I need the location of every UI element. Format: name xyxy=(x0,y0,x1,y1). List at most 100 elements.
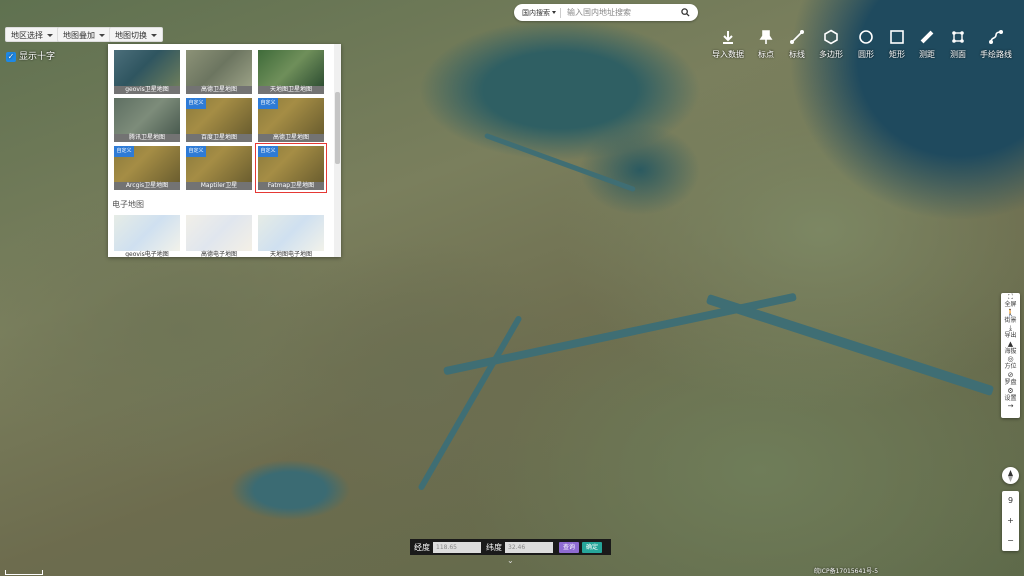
latitude-label: 纬度 xyxy=(486,542,502,552)
download-icon xyxy=(708,29,748,45)
search-input[interactable]: 输入国内地址搜索 xyxy=(561,7,678,18)
custom-badge: 自定义 xyxy=(114,146,134,157)
search-icon[interactable] xyxy=(678,6,692,20)
dropdown-label: 地图叠加 xyxy=(63,31,95,40)
tile-label: Arcgis卫星地图 xyxy=(114,182,180,190)
tool-freehand-route[interactable]: 手绘路线 xyxy=(976,29,1016,60)
tool-glyph-icon: 🚶 xyxy=(1006,308,1015,317)
river-feature xyxy=(417,314,523,492)
caret-down-icon xyxy=(99,34,105,37)
tile-label: 高德卫星地图 xyxy=(186,86,252,94)
right-tool-4[interactable]: ▲ 海拔 xyxy=(1001,340,1020,356)
longitude-label: 经度 xyxy=(414,542,430,552)
satellite-map-tile[interactable]: 腾讯卫星地图 xyxy=(114,98,180,142)
electronic-map-section-title: 电子地图 xyxy=(112,200,144,209)
right-tool-3[interactable]: ⤓ 导出 xyxy=(1001,324,1020,340)
tool-label: 全屏 xyxy=(1004,301,1017,308)
tool-label: 圆形 xyxy=(858,50,874,59)
satellite-map-tile[interactable]: 自定义 Maptiler卫星 xyxy=(186,146,252,190)
right-tool-6[interactable]: ⊘ 罗盘 xyxy=(1001,371,1020,387)
search-scope-label: 国内搜索 xyxy=(522,8,550,17)
tool-area-measure[interactable]: 测面 xyxy=(938,29,978,60)
latitude-input[interactable]: 32.46 xyxy=(505,541,553,553)
tool-label: 矩形 xyxy=(889,50,905,59)
right-tool-8[interactable]: → xyxy=(1001,402,1020,418)
satellite-map-tile[interactable]: 自定义 Fatmap卫星地图 xyxy=(255,143,327,193)
crosshair-label: 显示十字 xyxy=(19,52,56,62)
chevron-down-icon[interactable]: ⌄ xyxy=(507,556,514,565)
tool-hexagon[interactable]: 多边形 xyxy=(811,29,851,60)
caret-down-icon xyxy=(47,34,53,37)
tool-glyph-icon: ⛶ xyxy=(1008,293,1013,301)
hexagon-icon xyxy=(811,29,851,45)
checkbox-checked-icon[interactable]: ✓ xyxy=(6,52,16,62)
tool-download[interactable]: 导入数据 xyxy=(708,29,748,60)
tile-label: geovis卫星地图 xyxy=(114,86,180,94)
tile-label: 高德卫星地图 xyxy=(258,134,324,142)
panel-scrollbar[interactable] xyxy=(334,44,341,257)
tool-label: 测面 xyxy=(950,50,966,59)
satellite-map-tile[interactable]: 天地图卫星地图 xyxy=(258,50,324,94)
satellite-map-tile[interactable]: geovis卫星地图 xyxy=(114,50,180,94)
area-measure-icon xyxy=(938,29,978,45)
map-thumbnail xyxy=(114,98,180,134)
tool-glyph-icon: ⊘ xyxy=(1007,370,1014,379)
map-thumbnail xyxy=(114,215,180,251)
electronic-map-tile[interactable]: 高德电子地图 xyxy=(186,215,252,257)
map-switch-dropdown[interactable]: 地图切换 xyxy=(109,27,163,42)
map-thumbnail xyxy=(114,50,180,86)
tool-label: 测距 xyxy=(919,50,935,59)
map-overlay-dropdown[interactable]: 地图叠加 xyxy=(57,27,111,42)
region-select-dropdown[interactable]: 地区选择 xyxy=(5,27,59,42)
tool-label: 街景 xyxy=(1004,316,1017,324)
zoom-out-button[interactable]: − xyxy=(1002,531,1019,551)
tool-glyph-icon: ▲ xyxy=(1007,339,1014,348)
tool-label: 设置 xyxy=(1004,394,1017,402)
coordinate-bar: 经度 118.65 纬度 32.46 查询 确定 xyxy=(410,539,611,555)
right-tool-2[interactable]: 🚶 街景 xyxy=(1001,309,1020,325)
right-tool-1[interactable]: ⛶ 全屏 xyxy=(1001,293,1020,309)
tool-glyph-icon: ⚙ xyxy=(1007,386,1014,395)
tile-label: Maptiler卫星 xyxy=(186,182,252,190)
tool-label: 多边形 xyxy=(819,50,843,59)
right-tool-7[interactable]: ⚙ 设置 xyxy=(1001,387,1020,403)
satellite-map-tile[interactable]: 自定义 高德卫星地图 xyxy=(258,98,324,142)
dropdown-label: 地图切换 xyxy=(115,31,147,40)
scrollbar-thumb[interactable] xyxy=(335,92,340,164)
satellite-map-tile[interactable]: 自定义 百度卫星地图 xyxy=(186,98,252,142)
tool-label: 罗盘 xyxy=(1004,378,1017,386)
electronic-map-tile[interactable]: geovis电子地图 xyxy=(114,215,180,257)
custom-badge: 自定义 xyxy=(258,98,278,109)
river-feature xyxy=(483,132,637,193)
custom-badge: 自定义 xyxy=(186,98,206,109)
satellite-map-tile[interactable]: 高德卫星地图 xyxy=(186,50,252,94)
satellite-map-tile[interactable]: 自定义 Arcgis卫星地图 xyxy=(114,146,180,190)
electronic-map-tile[interactable]: 天地图电子地图 xyxy=(258,215,324,257)
right-tool-5[interactable]: ◎ 方位 xyxy=(1001,355,1020,371)
tool-label: 导出 xyxy=(1004,332,1017,340)
query-button[interactable]: 查询 xyxy=(559,541,580,553)
caret-down-icon xyxy=(552,11,556,14)
tile-label: 天地图电子地图 xyxy=(258,251,324,257)
tool-glyph-icon: → xyxy=(1007,402,1014,411)
tile-label: 高德电子地图 xyxy=(186,251,252,257)
tool-label: 导入数据 xyxy=(712,50,744,59)
tool-label: 标线 xyxy=(789,50,805,59)
zoom-in-button[interactable]: + xyxy=(1002,511,1019,531)
crosshair-toggle[interactable]: ✓ 显示十字 xyxy=(6,51,55,63)
tool-glyph-icon: ⤓ xyxy=(1008,324,1013,333)
icp-footer[interactable]: 皖ICP备17015641号-5 xyxy=(814,566,878,575)
tool-label: 标点 xyxy=(758,50,774,59)
tile-label: 天地图卫星地图 xyxy=(258,86,324,94)
search-scope-dropdown[interactable]: 国内搜索 xyxy=(514,8,560,18)
locate-button[interactable]: 确定 xyxy=(582,541,603,553)
map-thumbnail xyxy=(186,215,252,251)
compass-icon[interactable] xyxy=(1002,467,1019,484)
tile-label: 腾讯卫星地图 xyxy=(114,134,180,142)
longitude-input[interactable]: 118.65 xyxy=(433,541,481,553)
tile-label: Fatmap卫星地图 xyxy=(258,182,324,190)
search-bar: 国内搜索 输入国内地址搜索 xyxy=(514,4,698,21)
map-switch-panel: geovis卫星地图 高德卫星地图 天地图卫星地图 腾讯卫星地图 自定义 百度卫星地图 自定… xyxy=(108,44,341,257)
map-thumbnail xyxy=(258,50,324,86)
zoom-control: 9 + − xyxy=(1002,491,1019,551)
